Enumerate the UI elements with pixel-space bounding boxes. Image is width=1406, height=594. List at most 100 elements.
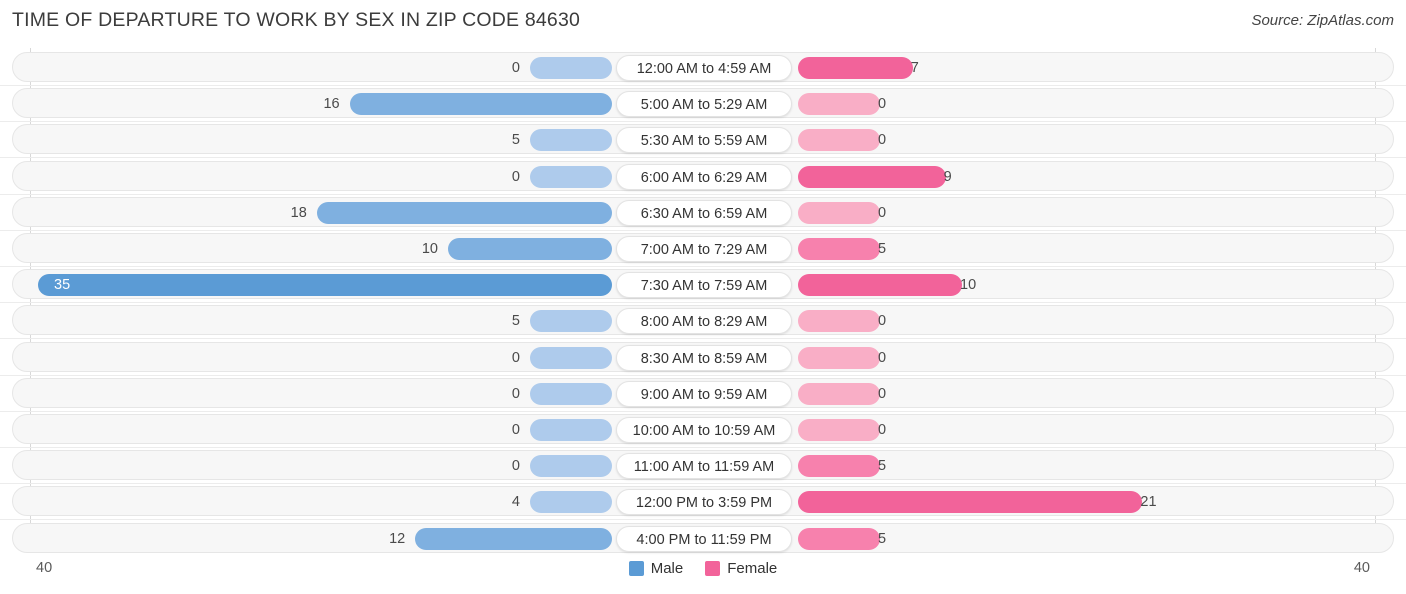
value-label-female: 0 [878,132,887,149]
category-label[interactable]: 10:00 AM to 10:59 AM [616,417,792,443]
row-separator [0,374,1406,376]
chart-legend: Male Female [0,560,1406,577]
category-label[interactable]: 8:30 AM to 8:59 AM [616,344,792,371]
row-separator [0,519,1406,521]
legend-item-female[interactable]: Female [705,560,777,577]
chart-row: 0 7 12:00 AM to 4:59 AM [12,52,1394,82]
category-label[interactable]: 5:00 AM to 5:29 AM [616,91,792,118]
value-label-male: 5 [511,132,520,149]
category-label[interactable]: 4:00 PM to 11:59 PM [616,525,792,552]
value-label-female: 5 [878,530,887,547]
bar-female[interactable] [798,93,880,116]
value-label-female: 7 [910,60,919,76]
value-label-male: 35 [54,277,71,294]
bar-male[interactable] [38,274,612,297]
chart-row: 5 0 8:00 AM to 8:29 AM [12,305,1394,336]
category-label[interactable]: 9:00 AM to 9:59 AM [616,380,792,407]
row-separator [0,338,1406,340]
bar-female[interactable] [798,201,880,224]
row-separator [0,85,1406,86]
chart-row: 4 21 12:00 PM to 3:59 PM [12,486,1394,517]
value-label-male: 0 [511,422,520,438]
bar-male[interactable] [530,310,612,333]
category-label[interactable]: 7:30 AM to 7:59 AM [616,272,792,299]
row-separator [0,483,1406,485]
legend-label-male: Male [650,560,684,577]
value-label-male: 12 [389,530,406,547]
bar-male[interactable] [530,346,612,369]
bar-female[interactable] [798,455,880,478]
row-separator [0,302,1406,304]
bar-female[interactable] [798,419,880,441]
value-label-female: 0 [878,385,887,402]
bar-male[interactable] [316,201,612,224]
category-label[interactable]: 11:00 AM to 11:59 AM [616,453,792,480]
bar-male[interactable] [530,419,612,441]
value-label-female: 0 [878,313,887,330]
row-separator [0,229,1406,231]
bar-male[interactable] [448,238,612,260]
value-label-female: 5 [878,241,887,257]
chart-footer: 40 40 Male Female [0,554,1406,594]
value-label-male: 4 [511,494,520,511]
value-label-male: 10 [421,241,438,257]
value-label-male: 0 [511,458,520,475]
value-label-female: 9 [943,168,952,185]
category-label[interactable]: 6:30 AM to 6:59 AM [616,199,792,226]
category-label[interactable]: 7:00 AM to 7:29 AM [616,236,792,262]
category-label[interactable]: 8:00 AM to 8:29 AM [616,308,792,335]
legend-swatch-female [705,561,721,576]
chart-row: 0 9 6:00 AM to 6:29 AM [12,160,1394,191]
chart-row: 35 10 7:30 AM to 7:59 AM [12,269,1394,300]
row-separator [0,447,1406,448]
category-label[interactable]: 6:00 AM to 6:29 AM [616,163,792,190]
chart-header: TIME OF DEPARTURE TO WORK BY SEX IN ZIP … [0,0,1406,44]
source-attribution: Source: ZipAtlas.com [1251,12,1394,29]
chart-row: 18 0 6:30 AM to 6:59 AM [12,196,1394,227]
bar-male[interactable] [530,129,612,152]
category-label[interactable]: 5:30 AM to 5:59 AM [616,127,792,154]
value-label-male: 0 [511,385,520,402]
bar-male[interactable] [530,491,612,514]
legend-label-female: Female [727,560,778,577]
bar-female[interactable] [798,274,962,297]
bar-female[interactable] [798,346,880,369]
bar-male[interactable] [530,382,612,405]
value-label-male: 0 [511,168,520,185]
value-label-female: 5 [878,458,887,475]
row-separator [0,157,1406,159]
value-label-female: 0 [878,96,887,113]
category-label[interactable]: 12:00 AM to 4:59 AM [616,55,792,81]
chart-row: 0 0 8:30 AM to 8:59 AM [12,341,1394,372]
chart-row: 0 0 10:00 AM to 10:59 AM [12,414,1394,444]
category-label[interactable]: 12:00 PM to 3:59 PM [616,489,792,516]
bar-female[interactable] [798,57,913,79]
row-separator [0,121,1406,123]
chart-plot-area: 0 7 12:00 AM to 4:59 AM 16 0 5:00 AM to 5:29 … [0,48,1406,554]
bar-female[interactable] [798,527,880,550]
bar-female[interactable] [798,491,1143,514]
chart-row: 10 5 7:00 AM to 7:29 AM [12,233,1394,263]
bar-male[interactable] [349,93,612,116]
bar-male[interactable] [530,57,612,79]
bar-female[interactable] [798,165,946,188]
row-separator [0,410,1406,412]
value-label-female: 21 [1140,494,1157,511]
value-label-female: 0 [878,422,887,438]
value-label-female: 10 [960,277,977,294]
row-separator [0,266,1406,267]
chart-row: 16 0 5:00 AM to 5:29 AM [12,88,1394,119]
row-separator [0,193,1406,195]
value-label-male: 18 [290,204,307,221]
bar-female[interactable] [798,310,880,333]
value-label-female: 0 [878,204,887,221]
bar-male[interactable] [415,527,612,550]
legend-item-male[interactable]: Male [628,560,684,577]
page-title: TIME OF DEPARTURE TO WORK BY SEX IN ZIP … [12,9,581,31]
bar-female[interactable] [798,238,880,260]
bar-female[interactable] [798,129,880,152]
bar-female[interactable] [798,382,880,405]
bar-male[interactable] [530,455,612,478]
legend-swatch-male [628,561,644,576]
bar-male[interactable] [530,165,612,188]
